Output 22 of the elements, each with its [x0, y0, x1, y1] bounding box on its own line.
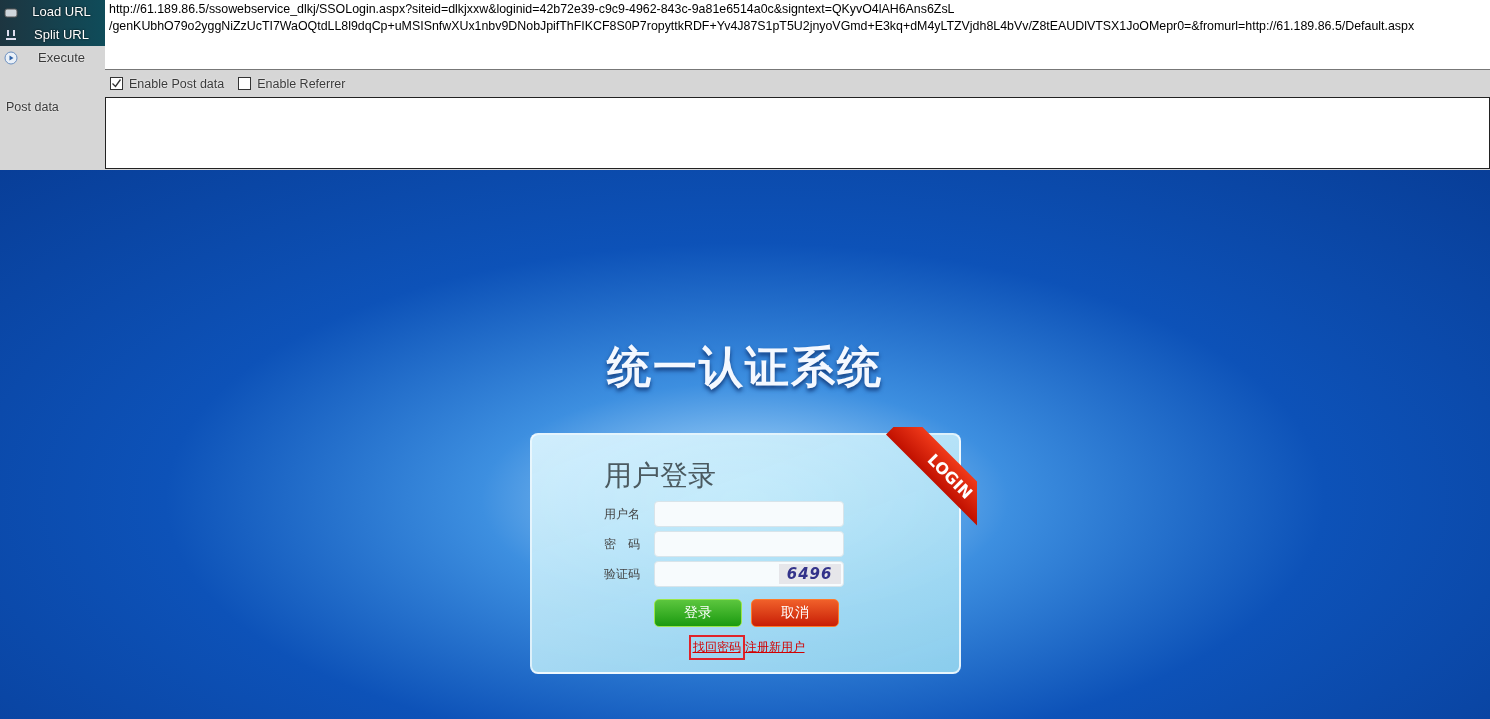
toolbar-button[interactable]: Load URL — [0, 0, 105, 23]
post-data-label: Post data — [5, 99, 60, 116]
field-label: 密 码 — [603, 535, 641, 553]
page-title: 统一认证系统 — [607, 340, 883, 394]
field-label: 验证码 — [603, 565, 641, 583]
toolbar-button[interactable]: Split URL — [0, 23, 105, 46]
username-field[interactable] — [653, 501, 844, 527]
checkbox[interactable] — [238, 77, 252, 90]
field-label: 用户名 — [603, 505, 641, 523]
checkbox[interactable] — [110, 77, 123, 90]
post-data-field[interactable] — [105, 97, 1490, 169]
text-link[interactable]: 找回密码 — [690, 637, 743, 658]
play-icon — [4, 50, 18, 65]
option-checkbox[interactable]: Enable Referrer — [238, 76, 346, 91]
split-icon — [4, 28, 18, 41]
login-heading: 用户登录 — [603, 458, 716, 494]
captcha-image: 6496 — [778, 564, 841, 584]
captcha-field[interactable]: 6496 — [653, 561, 844, 587]
action-button[interactable]: 取消 — [750, 599, 839, 627]
option-checkbox[interactable]: Enable Post data — [110, 76, 225, 91]
drive-icon — [4, 5, 18, 18]
password-field[interactable] — [653, 531, 844, 557]
